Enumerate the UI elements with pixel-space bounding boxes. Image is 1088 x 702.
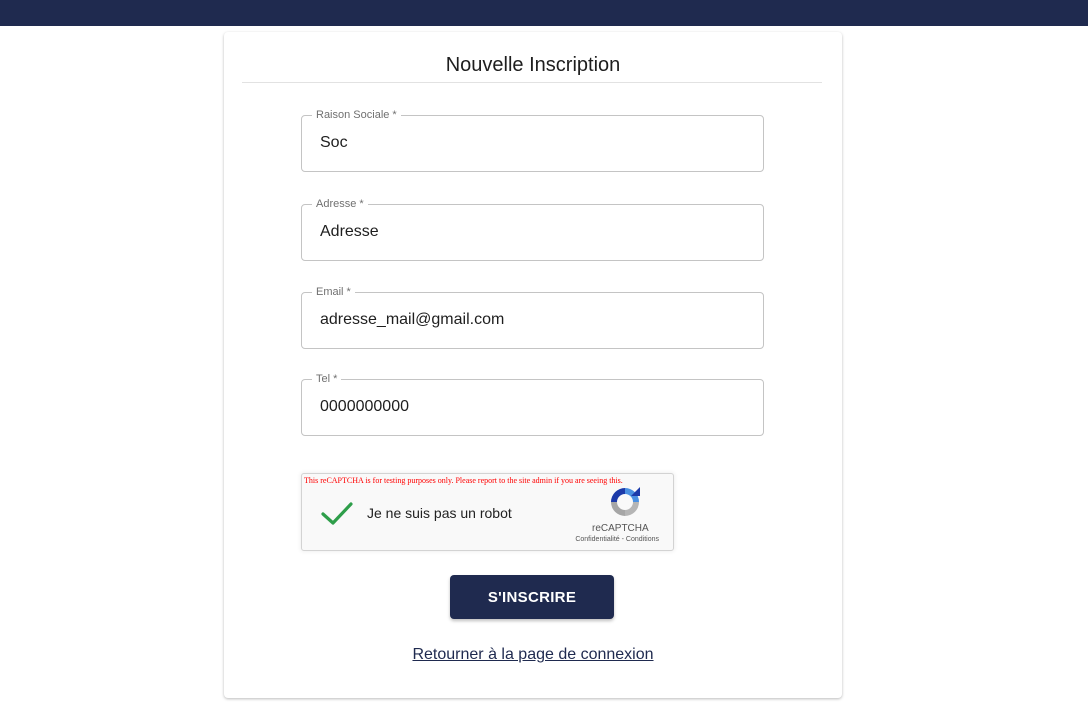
register-button[interactable]: S'INSCRIRE	[450, 575, 614, 619]
adresse-label: Adresse *	[312, 196, 368, 212]
back-link-row: Retourner à la page de connexion	[224, 646, 842, 664]
tel-label: Tel *	[312, 371, 342, 387]
email-label: Email *	[312, 284, 355, 300]
adresse-field[interactable]: Adresse *	[301, 196, 764, 261]
raison-sociale-label: Raison Sociale *	[312, 107, 401, 123]
recaptcha-logo-icon	[611, 487, 640, 516]
header-bar	[0, 0, 1088, 26]
raison-sociale-input[interactable]	[320, 133, 740, 153]
adresse-input[interactable]	[320, 222, 740, 242]
recaptcha-terms-link[interactable]: Conditions	[626, 536, 659, 543]
tel-input[interactable]	[320, 397, 740, 417]
recaptcha-label[interactable]: Je ne suis pas un robot	[367, 505, 512, 521]
title-divider	[242, 82, 822, 83]
email-input[interactable]	[320, 310, 740, 330]
raison-sociale-field[interactable]: Raison Sociale *	[301, 107, 764, 172]
recaptcha-links: Confidentialité - Conditions	[575, 536, 659, 543]
back-to-login-link[interactable]: Retourner à la page de connexion	[412, 646, 653, 663]
page-title: Nouvelle Inscription	[445, 54, 621, 76]
checkmark-icon[interactable]	[320, 501, 354, 527]
recaptcha-brand: reCAPTCHA	[592, 523, 649, 534]
recaptcha-widget: This reCAPTCHA is for testing purposes o…	[301, 473, 674, 551]
email-field[interactable]: Email *	[301, 284, 764, 349]
tel-field[interactable]: Tel *	[301, 371, 764, 436]
recaptcha-privacy-link[interactable]: Confidentialité	[575, 536, 619, 543]
registration-card: Nouvelle Inscription Raison Sociale * Ad…	[224, 32, 842, 698]
